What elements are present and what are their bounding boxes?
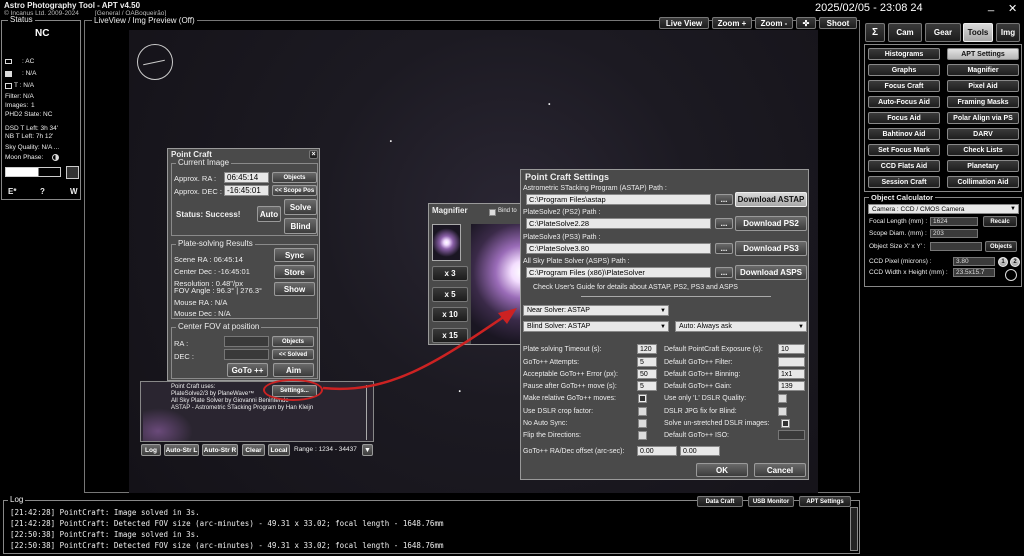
usb-monitor-button[interactable]: USB Monitor (748, 496, 794, 507)
dslr-crop-label: Use DSLR crop factor: (523, 408, 594, 415)
divider (581, 296, 771, 297)
jpg-fix-checkbox[interactable] (778, 407, 787, 416)
ps2-browse-button[interactable]: ... (715, 218, 733, 229)
timeout-label: Plate solving Timeout (s): (523, 346, 602, 353)
pcs-title: Point Craft Settings (525, 172, 610, 182)
error-input[interactable]: 50 (637, 369, 657, 379)
relative-moves-checkbox[interactable] (638, 394, 647, 403)
log-scrollbar[interactable] (850, 507, 858, 551)
ps3-path-label: PlateSolve3 (PS3) Path : (523, 234, 601, 241)
gain-label: Default GoTo++ Gain: (664, 383, 732, 390)
binning-label: Default GoTo++ Binning: (664, 371, 741, 378)
download-ps3-button[interactable]: Download PS3 (735, 241, 807, 256)
log-line-1: [21:42:28] PointCraft: Image solved in 3… (10, 508, 200, 517)
dslr-crop-checkbox[interactable] (638, 407, 647, 416)
astap-path-input[interactable]: C:\Program Files\astap (526, 194, 711, 205)
filter-input[interactable] (778, 357, 805, 367)
binning-input[interactable]: 1x1 (778, 369, 805, 379)
log-line-2: [21:42:28] PointCraft: Detected FOV size… (10, 519, 444, 528)
auto-mode-select[interactable]: Auto: Always ask (675, 321, 807, 332)
no-auto-sync-checkbox[interactable] (638, 419, 647, 428)
unstretched-label: Solve un-stretched DSLR images: (664, 420, 770, 427)
blind-solver-select[interactable]: Blind Solver: ASTAP (523, 321, 669, 332)
ps2-path-label: PlateSolve2 (PS2) Path : (523, 209, 601, 216)
download-asps-button[interactable]: Download ASPS (735, 265, 807, 280)
flip-directions-label: Flip the Directions: (523, 432, 581, 439)
ps3-path-input[interactable]: C:\PlateSolve3.80 (526, 243, 711, 254)
log-line-4: [22:50:38] PointCraft: Detected FOV size… (10, 541, 444, 550)
exposure-input[interactable]: 10 (778, 344, 805, 354)
exposure-label: Default PointCraft Exposure (s): (664, 346, 763, 353)
log-panel: Log Data Craft USB Monitor APT Settings … (3, 495, 860, 554)
astap-browse-button[interactable]: ... (715, 194, 733, 205)
asps-path-label: All Sky Plate Solver (ASPS) Path : (523, 258, 630, 265)
ok-button[interactable]: OK (696, 463, 748, 477)
only-l-label: Use only 'L' DSLR Quality: (664, 395, 747, 402)
timeout-input[interactable]: 120 (637, 344, 657, 354)
flip-directions-checkbox[interactable] (638, 431, 647, 440)
ps2-path-input[interactable]: C:\PlateSolve2.28 (526, 218, 711, 229)
pause-label: Pause after GoTo++ move (s): (523, 383, 617, 390)
jpg-fix-label: DSLR JPG fix for Blind: (664, 408, 737, 415)
log-title: Log (8, 495, 26, 504)
point-craft-settings-dialog: Point Craft Settings Astrometric STackin… (520, 169, 809, 480)
log-line-3: [22:50:38] PointCraft: Image solved in 3… (10, 530, 200, 539)
apt-settings-log-button[interactable]: APT Settings (799, 496, 851, 507)
cancel-button[interactable]: Cancel (754, 463, 806, 477)
iso-input[interactable] (778, 430, 805, 440)
astap-path-label: Astrometric STacking Program (ASTAP) Pat… (523, 185, 667, 192)
pause-input[interactable]: 5 (637, 381, 657, 391)
no-auto-sync-label: No Auto Sync: (523, 420, 568, 427)
only-l-checkbox[interactable] (778, 394, 787, 403)
near-solver-select[interactable]: Near Solver: ASTAP (523, 305, 669, 316)
relative-moves-label: Make relative GoTo++ moves: (523, 395, 616, 402)
offset-ra-input[interactable]: 0.00 (637, 446, 677, 456)
download-ps2-button[interactable]: Download PS2 (735, 216, 807, 231)
error-label: Acceptable GoTo++ Error (px): (523, 371, 618, 378)
offset-label: GoTo++ RA/Dec offset (arc-sec): (523, 448, 625, 455)
asps-browse-button[interactable]: ... (715, 267, 733, 278)
offset-dec-input[interactable]: 0.00 (680, 446, 720, 456)
attempts-input[interactable]: 5 (637, 357, 657, 367)
filter-label: Default GoTo++ Filter: (664, 359, 733, 366)
data-craft-button[interactable]: Data Craft (697, 496, 743, 507)
attempts-label: GoTo++ Attempts: (523, 359, 580, 366)
gain-input[interactable]: 139 (778, 381, 805, 391)
iso-label: Default GoTo++ ISO: (664, 432, 729, 439)
unstretched-checkbox[interactable] (781, 419, 790, 428)
download-astap-button[interactable]: Download ASTAP (735, 192, 807, 207)
annotation-arrow (322, 308, 517, 391)
ps3-browse-button[interactable]: ... (715, 243, 733, 254)
guide-note: Check User's Guide for details about AST… (533, 284, 738, 291)
asps-path-input[interactable]: C:\Program Files (x86)\PlateSolver (526, 267, 711, 278)
